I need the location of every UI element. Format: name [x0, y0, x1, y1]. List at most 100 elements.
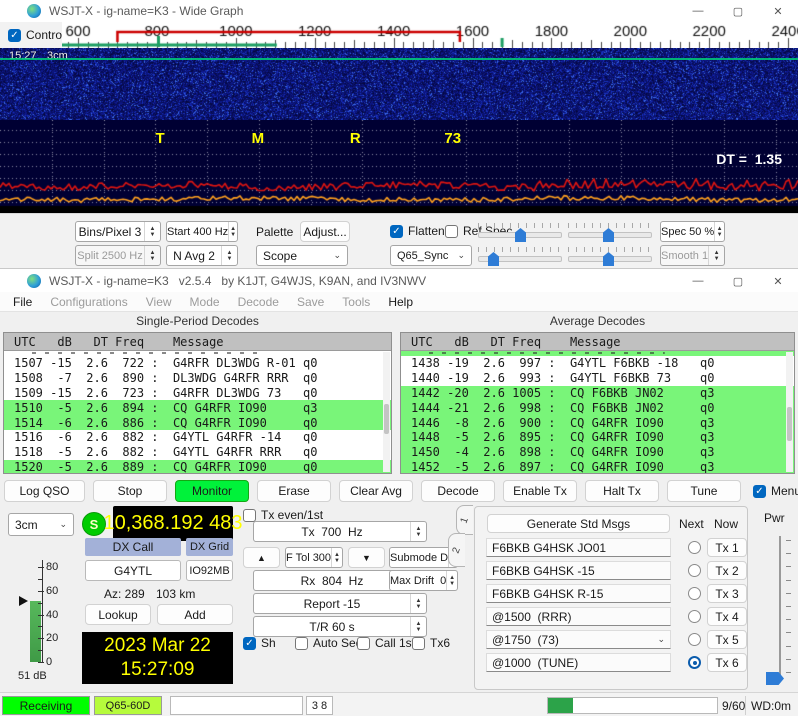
maximize-icon[interactable]: ▢	[718, 269, 758, 293]
next-radio-3[interactable]	[688, 587, 701, 600]
ref-spec-checkbox-box[interactable]	[445, 225, 458, 238]
next-radio-5[interactable]	[688, 633, 701, 646]
tx-message-field-6[interactable]: @1000 (TUNE)	[486, 653, 671, 672]
menu-decode[interactable]: Decode	[229, 295, 288, 309]
freq-up-button[interactable]: ▲	[243, 547, 280, 568]
spectrum-gain-slider[interactable]	[478, 245, 562, 267]
pwr-slider-handle[interactable]	[766, 672, 784, 685]
tx-1-button[interactable]: Tx 1	[707, 538, 747, 557]
decode-row[interactable]: 1507 -15 2.6 722 : G4RFR DL3WDG R-01 q0	[4, 356, 391, 371]
decode-row[interactable]: 1520 -5 2.6 889 : CQ G4RFR IO90 q0	[4, 460, 391, 474]
decode-row[interactable]: 1438 -19 2.6 997 : G4YTL F6BKB -18 q0	[401, 356, 794, 371]
next-radio-1[interactable]	[688, 541, 701, 554]
sh-checkbox[interactable]: Sh	[243, 636, 276, 650]
wide-graph-titlebar[interactable]: WSJT-X - ig-name=K3 - Wide Graph — ▢ ✕	[0, 0, 798, 23]
monitor-button[interactable]: Monitor	[175, 480, 249, 502]
dx-grid-field[interactable]: IO92MB	[186, 560, 233, 581]
tab-messages-2[interactable]: 2	[448, 533, 465, 567]
next-radio-4[interactable]	[688, 610, 701, 623]
spinner-arrows-icon[interactable]: ▲▼	[144, 222, 160, 241]
scope-dropdown[interactable]: Scope ⌄	[256, 245, 348, 266]
decode-row[interactable]: 1450 -4 2.6 898 : CQ G4RFR IO90 q3	[401, 445, 794, 460]
tx-6-button[interactable]: Tx 6	[707, 653, 747, 672]
decode-row[interactable]: 1514 -6 2.6 886 : CQ G4RFR IO90 q0	[4, 415, 391, 430]
tx-message-field-2[interactable]: F6BKB G4HSK -15	[486, 561, 671, 580]
spinner-arrows-icon[interactable]: ▲▼	[331, 548, 342, 567]
sync-mode-dropdown[interactable]: Q65_Sync ⌄	[390, 245, 472, 266]
adjust-button[interactable]: Adjust...	[300, 221, 350, 242]
tab-messages-1[interactable]: 1	[456, 505, 473, 535]
spinner-arrows-icon[interactable]: ▲▼	[446, 571, 457, 590]
decode-row[interactable]: 1518 -5 2.6 882 : G4YTL G4RFR RRR q0	[4, 445, 391, 460]
add-button[interactable]: Add	[157, 604, 233, 625]
tx-message-field-5[interactable]: @1750 (73)⌄	[486, 630, 671, 649]
erase-button[interactable]: Erase	[257, 480, 331, 502]
pwr-slider-track[interactable]	[779, 536, 781, 682]
tx-message-field-1[interactable]: F6BKB G4HSK JO01	[486, 538, 671, 557]
decode-row[interactable]: 1444 -21 2.6 998 : CQ F6BKB JN02 q0	[401, 400, 794, 415]
menu-file[interactable]: File	[4, 295, 41, 309]
sh-checkbox-box[interactable]	[243, 637, 256, 650]
minimize-icon[interactable]: —	[678, 0, 718, 22]
stop-button[interactable]: Stop	[93, 480, 167, 502]
spinner-arrows-icon[interactable]: ▲▼	[410, 522, 426, 541]
menu-save[interactable]: Save	[288, 295, 333, 309]
frequency-scale[interactable]	[62, 22, 798, 48]
waterfall-zero-slider[interactable]	[568, 221, 652, 243]
spectrum-zero-slider[interactable]	[568, 245, 652, 267]
spinner-arrows-icon[interactable]: ▲▼	[714, 222, 724, 241]
decode-row[interactable]: 1510 -5 2.6 894 : CQ G4RFR IO90 q3	[4, 400, 391, 415]
tx6-checkbox[interactable]: Tx6	[412, 636, 450, 650]
decode-row[interactable]: 1452 -5 2.6 897 : CQ G4RFR IO90 q3	[401, 460, 794, 474]
average-decodes-table[interactable]: UTC dB DT Freq Message 1438 -19 2.6 997 …	[400, 332, 795, 474]
log-qso-button[interactable]: Log QSO	[4, 480, 85, 502]
menu-tools[interactable]: Tools	[333, 295, 379, 309]
spinner-arrows-icon[interactable]: ▲▼	[221, 246, 237, 265]
max-drift-spinbox[interactable]: Max Drift 0 ▲▼	[389, 570, 458, 591]
decode-row[interactable]: 1442 -20 2.6 1005 : CQ F6BKB JN02 q3	[401, 386, 794, 401]
controls-checkbox-box[interactable]	[8, 29, 21, 42]
decode-button[interactable]: Decode	[421, 480, 495, 502]
tx-3-button[interactable]: Tx 3	[707, 584, 747, 603]
menu-view[interactable]: View	[137, 295, 181, 309]
decode-row[interactable]: 1516 -6 2.6 882 : G4YTL G4RFR -14 q0	[4, 430, 391, 445]
lookup-button[interactable]: Lookup	[85, 604, 151, 625]
main-window-titlebar[interactable]: WSJT-X - ig-name=K3 v2.5.4 by K1JT, G4WJ…	[0, 268, 798, 294]
flatten-checkbox[interactable]: Flatten	[390, 224, 445, 238]
menu-configurations[interactable]: Configurations	[41, 295, 136, 309]
tx-even-checkbox[interactable]: Tx even/1st	[243, 508, 323, 522]
tune-button[interactable]: Tune	[667, 480, 741, 502]
tx-4-button[interactable]: Tx 4	[707, 607, 747, 626]
n-avg-spinbox[interactable]: N Avg 2 ▲▼	[166, 245, 238, 266]
decode-row[interactable]: 1448 -5 2.6 895 : CQ G4RFR IO90 q3	[401, 430, 794, 445]
minimize-icon[interactable]: —	[678, 269, 718, 293]
clear-avg-button[interactable]: Clear Avg	[339, 480, 413, 502]
maximize-icon[interactable]: ▢	[718, 0, 758, 22]
auto-seq-checkbox-box[interactable]	[295, 637, 308, 650]
scrollbar[interactable]	[383, 352, 390, 472]
freq-down-button[interactable]: ▼	[348, 547, 385, 568]
bins-pixel-spinbox[interactable]: Bins/Pixel 3 ▲▼	[75, 221, 161, 242]
next-radio-6[interactable]	[688, 656, 701, 669]
tx-message-field-3[interactable]: F6BKB G4HSK R-15	[486, 584, 671, 603]
menu-help[interactable]: Help	[379, 295, 422, 309]
decode-row[interactable]: 1446 -8 2.6 900 : CQ G4RFR IO90 q3	[401, 415, 794, 430]
tx-2-button[interactable]: Tx 2	[707, 561, 747, 580]
tx6-checkbox-box[interactable]	[412, 637, 425, 650]
decode-row[interactable]: 1440 -19 2.6 993 : G4YTL F6BKB 73 q0	[401, 371, 794, 386]
spinner-arrows-icon[interactable]: ▲▼	[410, 594, 426, 613]
tx-5-button[interactable]: Tx 5	[707, 630, 747, 649]
start-hz-spinbox[interactable]: Start 400 Hz ▲▼	[166, 221, 238, 242]
waterfall-display[interactable]: 15:27 3cm	[0, 48, 798, 120]
f-tol-spinbox[interactable]: F Tol 300 ▲▼	[285, 547, 343, 568]
menus-checkbox[interactable]: Menus	[753, 484, 798, 498]
auto-seq-checkbox[interactable]: Auto Seq	[295, 636, 362, 650]
spectrum-canvas[interactable]	[0, 120, 798, 213]
call-1st-checkbox[interactable]: Call 1st	[357, 636, 415, 650]
flatten-checkbox-box[interactable]	[390, 225, 403, 238]
enable-tx-button[interactable]: Enable Tx	[503, 480, 577, 502]
menus-checkbox-box[interactable]	[753, 485, 766, 498]
dx-call-field[interactable]: G4YTL	[85, 560, 181, 581]
decode-row[interactable]: 1508 -7 2.6 890 : DL3WDG G4RFR RRR q0	[4, 371, 391, 386]
next-radio-2[interactable]	[688, 564, 701, 577]
